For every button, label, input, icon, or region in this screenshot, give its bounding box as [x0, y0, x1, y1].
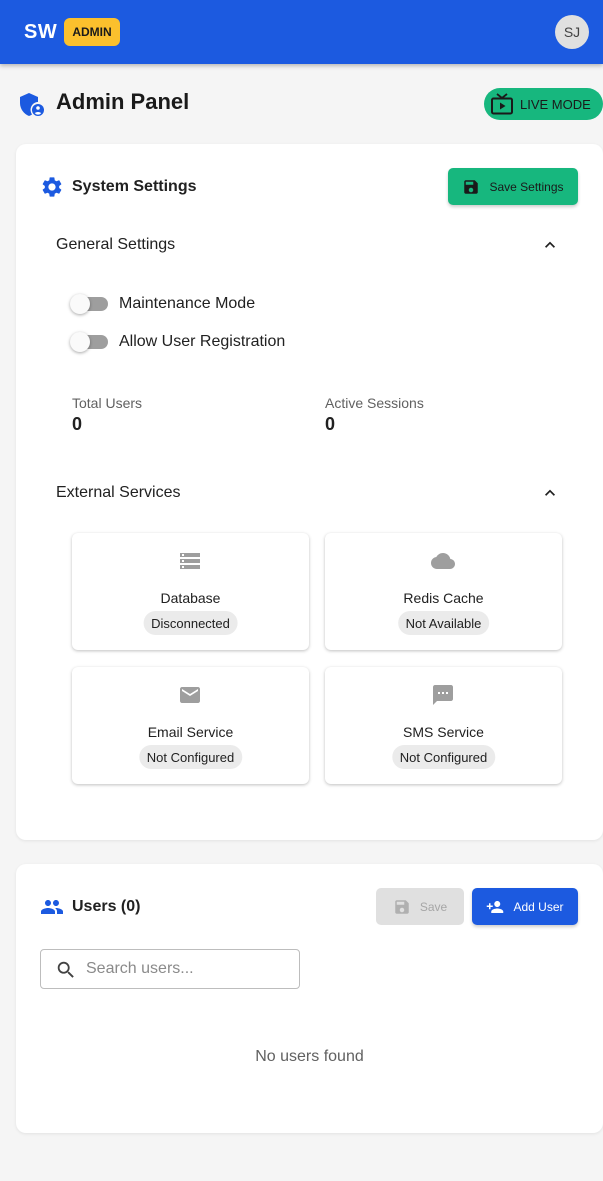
- role-badge: ADMIN: [64, 18, 120, 46]
- search-icon: [57, 961, 74, 978]
- gear-icon: [42, 177, 62, 197]
- service-card-sms[interactable]: SMS Service Not Configured: [325, 667, 562, 784]
- brand-logo[interactable]: SW: [24, 21, 57, 44]
- empty-state-text: No users found: [255, 1048, 364, 1065]
- live-mode-chip[interactable]: LIVE MODE: [484, 88, 603, 120]
- maintenance-mode-toggle[interactable]: [70, 294, 108, 314]
- save-icon: [395, 899, 409, 914]
- email-icon: [180, 687, 200, 703]
- service-card-email[interactable]: Email Service Not Configured: [72, 667, 309, 784]
- search-input[interactable]: [86, 958, 286, 980]
- admin-shield-icon: [20, 93, 44, 116]
- add-user-button[interactable]: Add User: [472, 888, 578, 925]
- total-users-value: 0: [72, 414, 83, 434]
- save-icon: [464, 179, 479, 194]
- users-card: Users (0) Save Add User No users found: [16, 864, 603, 1133]
- service-name: Redis Cache: [403, 590, 484, 606]
- chevron-up-icon[interactable]: [540, 235, 560, 255]
- app-bar: SW ADMIN SJ: [0, 0, 603, 64]
- live-mode-label: LIVE MODE: [520, 96, 591, 112]
- service-card-database[interactable]: Database Disconnected: [72, 533, 309, 650]
- system-settings-card: System Settings Save Settings General Se…: [16, 144, 603, 840]
- user-avatar[interactable]: SJ: [555, 15, 589, 49]
- toggle-thumb: [70, 294, 90, 314]
- general-settings-accordion[interactable]: General Settings: [56, 236, 175, 254]
- save-settings-label: Save Settings: [489, 179, 564, 194]
- save-users-button[interactable]: Save: [376, 888, 464, 925]
- person-add-icon: [487, 900, 504, 913]
- service-name: SMS Service: [403, 724, 484, 740]
- service-status-chip: Not Available: [397, 611, 490, 635]
- active-sessions-label: Active Sessions: [325, 395, 424, 411]
- cloud-icon: [431, 553, 455, 569]
- save-settings-button[interactable]: Save Settings: [448, 168, 578, 205]
- service-status-chip: Not Configured: [391, 745, 496, 769]
- service-status-chip: Not Configured: [138, 745, 243, 769]
- service-name: Database: [160, 590, 221, 606]
- allow-registration-label: Allow User Registration: [119, 333, 286, 350]
- allow-registration-toggle[interactable]: [70, 332, 108, 352]
- live-tv-icon: [491, 93, 513, 115]
- save-users-label: Save: [419, 899, 448, 914]
- active-sessions-value: 0: [325, 414, 336, 434]
- people-icon: [41, 900, 63, 914]
- storage-icon: [180, 553, 200, 569]
- sms-icon: [433, 685, 453, 705]
- external-services-accordion[interactable]: External Services: [56, 484, 181, 502]
- total-users-label: Total Users: [72, 395, 143, 411]
- page-title: Admin Panel: [56, 89, 190, 114]
- toggle-thumb: [70, 332, 90, 352]
- add-user-label: Add User: [513, 899, 564, 914]
- service-card-redis[interactable]: Redis Cache Not Available: [325, 533, 562, 650]
- system-settings-title: System Settings: [72, 178, 197, 195]
- users-title: Users (0): [72, 898, 141, 915]
- service-name: Email Service: [147, 724, 234, 740]
- chevron-up-icon[interactable]: [540, 483, 560, 503]
- maintenance-mode-label: Maintenance Mode: [119, 295, 256, 312]
- service-status-chip: Disconnected: [143, 611, 238, 635]
- search-field[interactable]: [40, 949, 300, 989]
